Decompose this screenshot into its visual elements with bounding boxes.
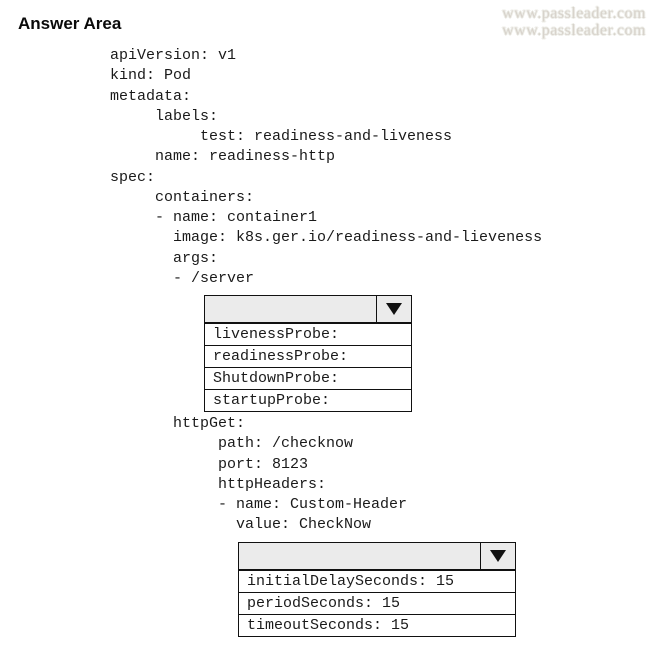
dropdown-header[interactable] [239, 543, 515, 570]
dropdown-option[interactable]: ShutdownProbe: [205, 367, 411, 389]
dropdown-option[interactable]: initialDelaySeconds: 15 [239, 570, 515, 592]
yaml-block-httpget: httpGet: path: /checknow port: 8123 http… [110, 414, 646, 536]
chevron-down-icon [490, 550, 506, 562]
dropdown-arrow[interactable] [377, 296, 411, 322]
dropdown-option[interactable]: startupProbe: [205, 389, 411, 411]
yaml-block-top: apiVersion: v1 kind: Pod metadata: label… [110, 46, 646, 289]
dropdown-option[interactable]: periodSeconds: 15 [239, 592, 515, 614]
dropdown-selected-blank[interactable] [205, 296, 377, 322]
dropdown-option[interactable]: livenessProbe: [205, 323, 411, 345]
answer-area-title: Answer Area [18, 14, 646, 34]
dropdown-selected-blank[interactable] [239, 543, 481, 569]
probe-type-dropdown[interactable]: livenessProbe: readinessProbe: ShutdownP… [204, 295, 412, 412]
dropdown-option[interactable]: timeoutSeconds: 15 [239, 614, 515, 636]
chevron-down-icon [386, 303, 402, 315]
timing-dropdown[interactable]: initialDelaySeconds: 15 periodSeconds: 1… [238, 542, 516, 637]
dropdown-arrow[interactable] [481, 543, 515, 569]
dropdown-header[interactable] [205, 296, 411, 323]
dropdown-option[interactable]: readinessProbe: [205, 345, 411, 367]
